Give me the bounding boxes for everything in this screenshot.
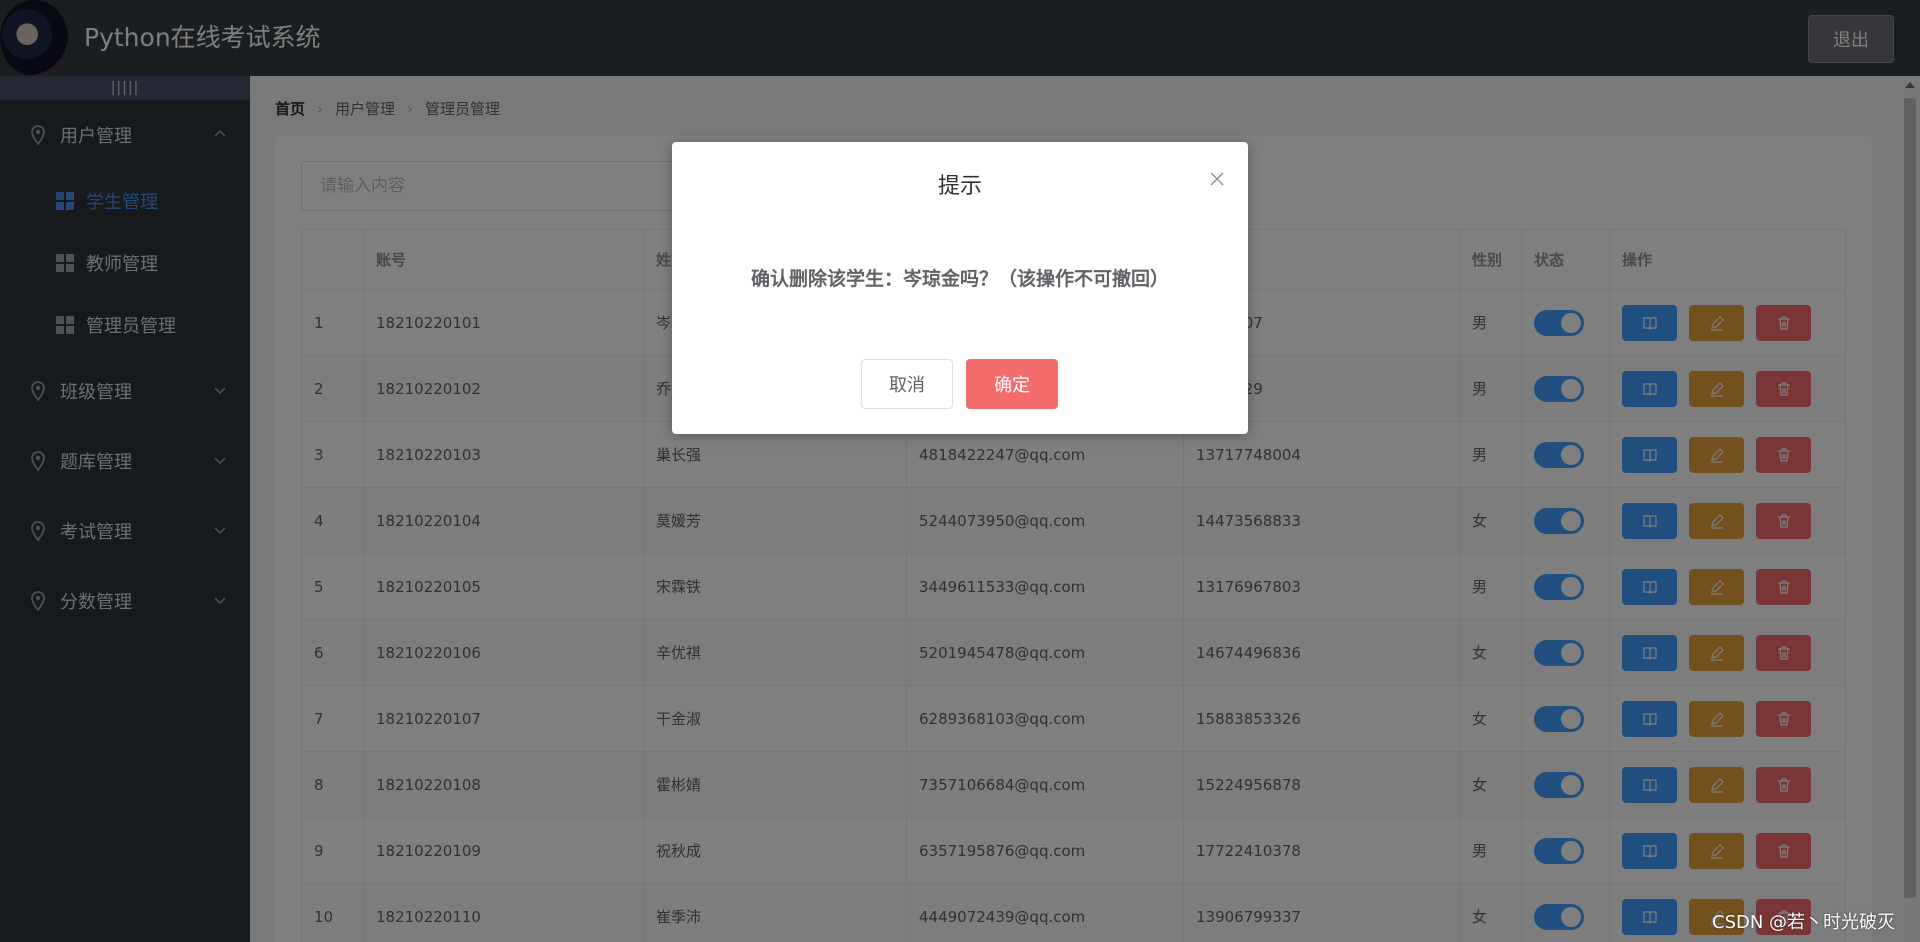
dialog-message: 确认删除该学生：岑琼金吗？（该操作不可撤回） [750, 268, 1169, 290]
close-icon[interactable] [1206, 168, 1228, 190]
cancel-button[interactable]: 取消 [861, 359, 953, 409]
confirm-delete-dialog: 提示 确认删除该学生：岑琼金吗？（该操作不可撤回） 取消 确定 [672, 142, 1248, 434]
app: Python在线考试系统 退出 ||||| 用户管理 学生管理 教师管理 管理员… [0, 0, 1920, 942]
watermark: CSDN @若丶时光破灭 [1712, 912, 1896, 933]
dialog-title: 提示 [937, 174, 982, 199]
confirm-button[interactable]: 确定 [966, 359, 1058, 409]
